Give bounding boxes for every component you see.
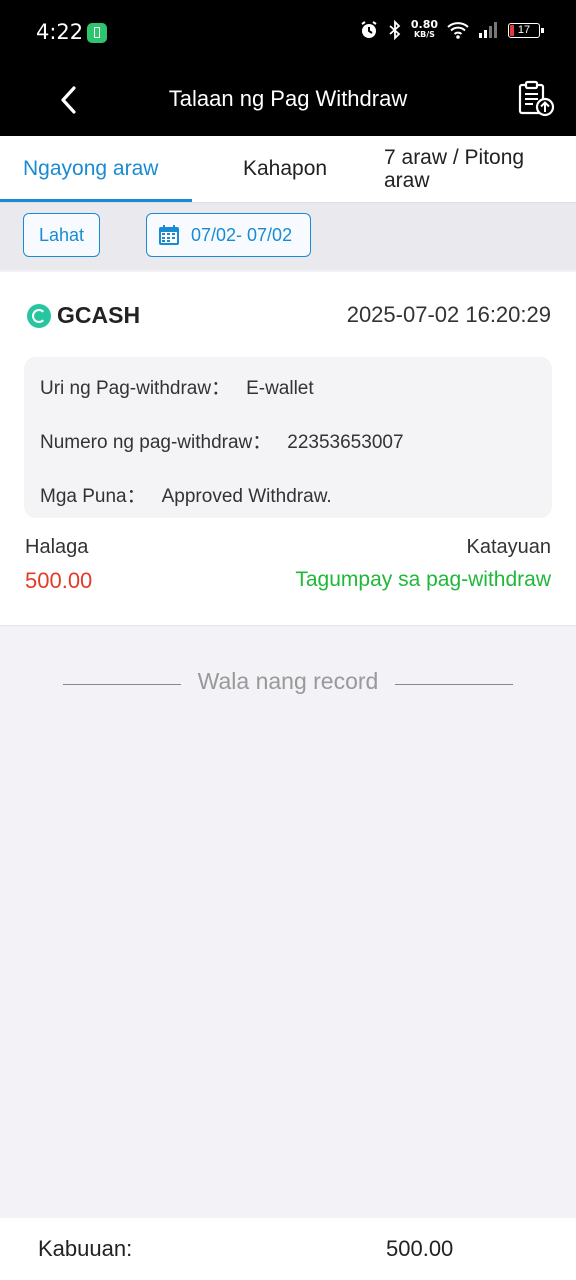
record-datetime: 2025-07-02 16:20:29 [346,302,551,327]
app-header: Talaan ng Pag Withdraw [0,64,576,136]
detail-label: Mga Puna： [40,486,146,507]
network-speed: 0.80 KB/S [410,18,438,39]
date-tabs: Ngayong araw Kahapon 7 araw / Pitong ara… [0,136,576,203]
page-title: Talaan ng Pag Withdraw [168,86,408,111]
detail-row-type: Uri ng Pag-withdraw： E-wallet [40,373,314,400]
battery-icon: 17 [508,22,544,38]
tab-yesterday[interactable]: Kahapon [243,136,327,202]
record-details: Uri ng Pag-withdraw： E-wallet Numero ng p… [24,357,552,518]
detail-label: Numero ng pag-withdraw： [40,432,272,453]
date-range-button[interactable]: 07/02- 07/02 [146,213,311,257]
total-label: Kabuuan: [38,1236,133,1261]
clipboard-upload-icon[interactable] [516,78,556,118]
app-notification-icon [87,23,107,43]
status-value: Tagumpay sa pag-withdraw [295,568,551,591]
tab-today[interactable]: Ngayong araw [23,136,158,202]
divider-left [63,684,181,685]
gcash-logo-icon [27,303,51,328]
alarm-icon [361,21,377,38]
total-footer: Kabuuan: 500.00 [0,1218,576,1280]
provider-name: GCASH [57,302,141,328]
withdraw-record-card[interactable]: GCASH 2025-07-02 16:20:29 Uri ng Pag-wit… [0,272,576,626]
divider-right [395,684,513,685]
detail-value: E-wallet [246,378,314,399]
detail-row-remarks: Mga Puna： Approved Withdraw. [40,481,332,508]
calendar-icon [159,225,179,245]
status-bar: 4:22 0.80 KB/S 17 [0,0,576,64]
amount-value: 500.00 [25,568,93,593]
status-label: Katayuan [466,536,551,558]
no-more-records-text: Wala nang record [197,668,379,694]
status-time: 4:22 [36,20,84,44]
signal-icon [479,22,497,38]
filter-bar: Lahat 07/02- 07/02 [0,203,576,270]
detail-row-number: Numero ng pag-withdraw： 22353653007 [40,427,404,454]
wifi-icon [447,22,469,39]
no-more-records: Wala nang record [0,668,576,695]
date-range-label: 07/02- 07/02 [191,224,293,245]
detail-value: Approved Withdraw. [161,486,332,507]
provider: GCASH [27,302,140,329]
detail-value: 22353653007 [287,432,404,453]
all-filter-button[interactable]: Lahat [23,213,100,257]
detail-label: Uri ng Pag-withdraw： [40,378,231,399]
tab-seven-days[interactable]: 7 araw / Pitong araw [384,136,564,202]
status-icons: 0.80 KB/S 17 [359,18,544,40]
amount-label: Halaga [25,536,89,558]
active-tab-indicator [0,199,192,202]
total-value: 500.00 [386,1236,454,1261]
bluetooth-icon [389,20,401,40]
